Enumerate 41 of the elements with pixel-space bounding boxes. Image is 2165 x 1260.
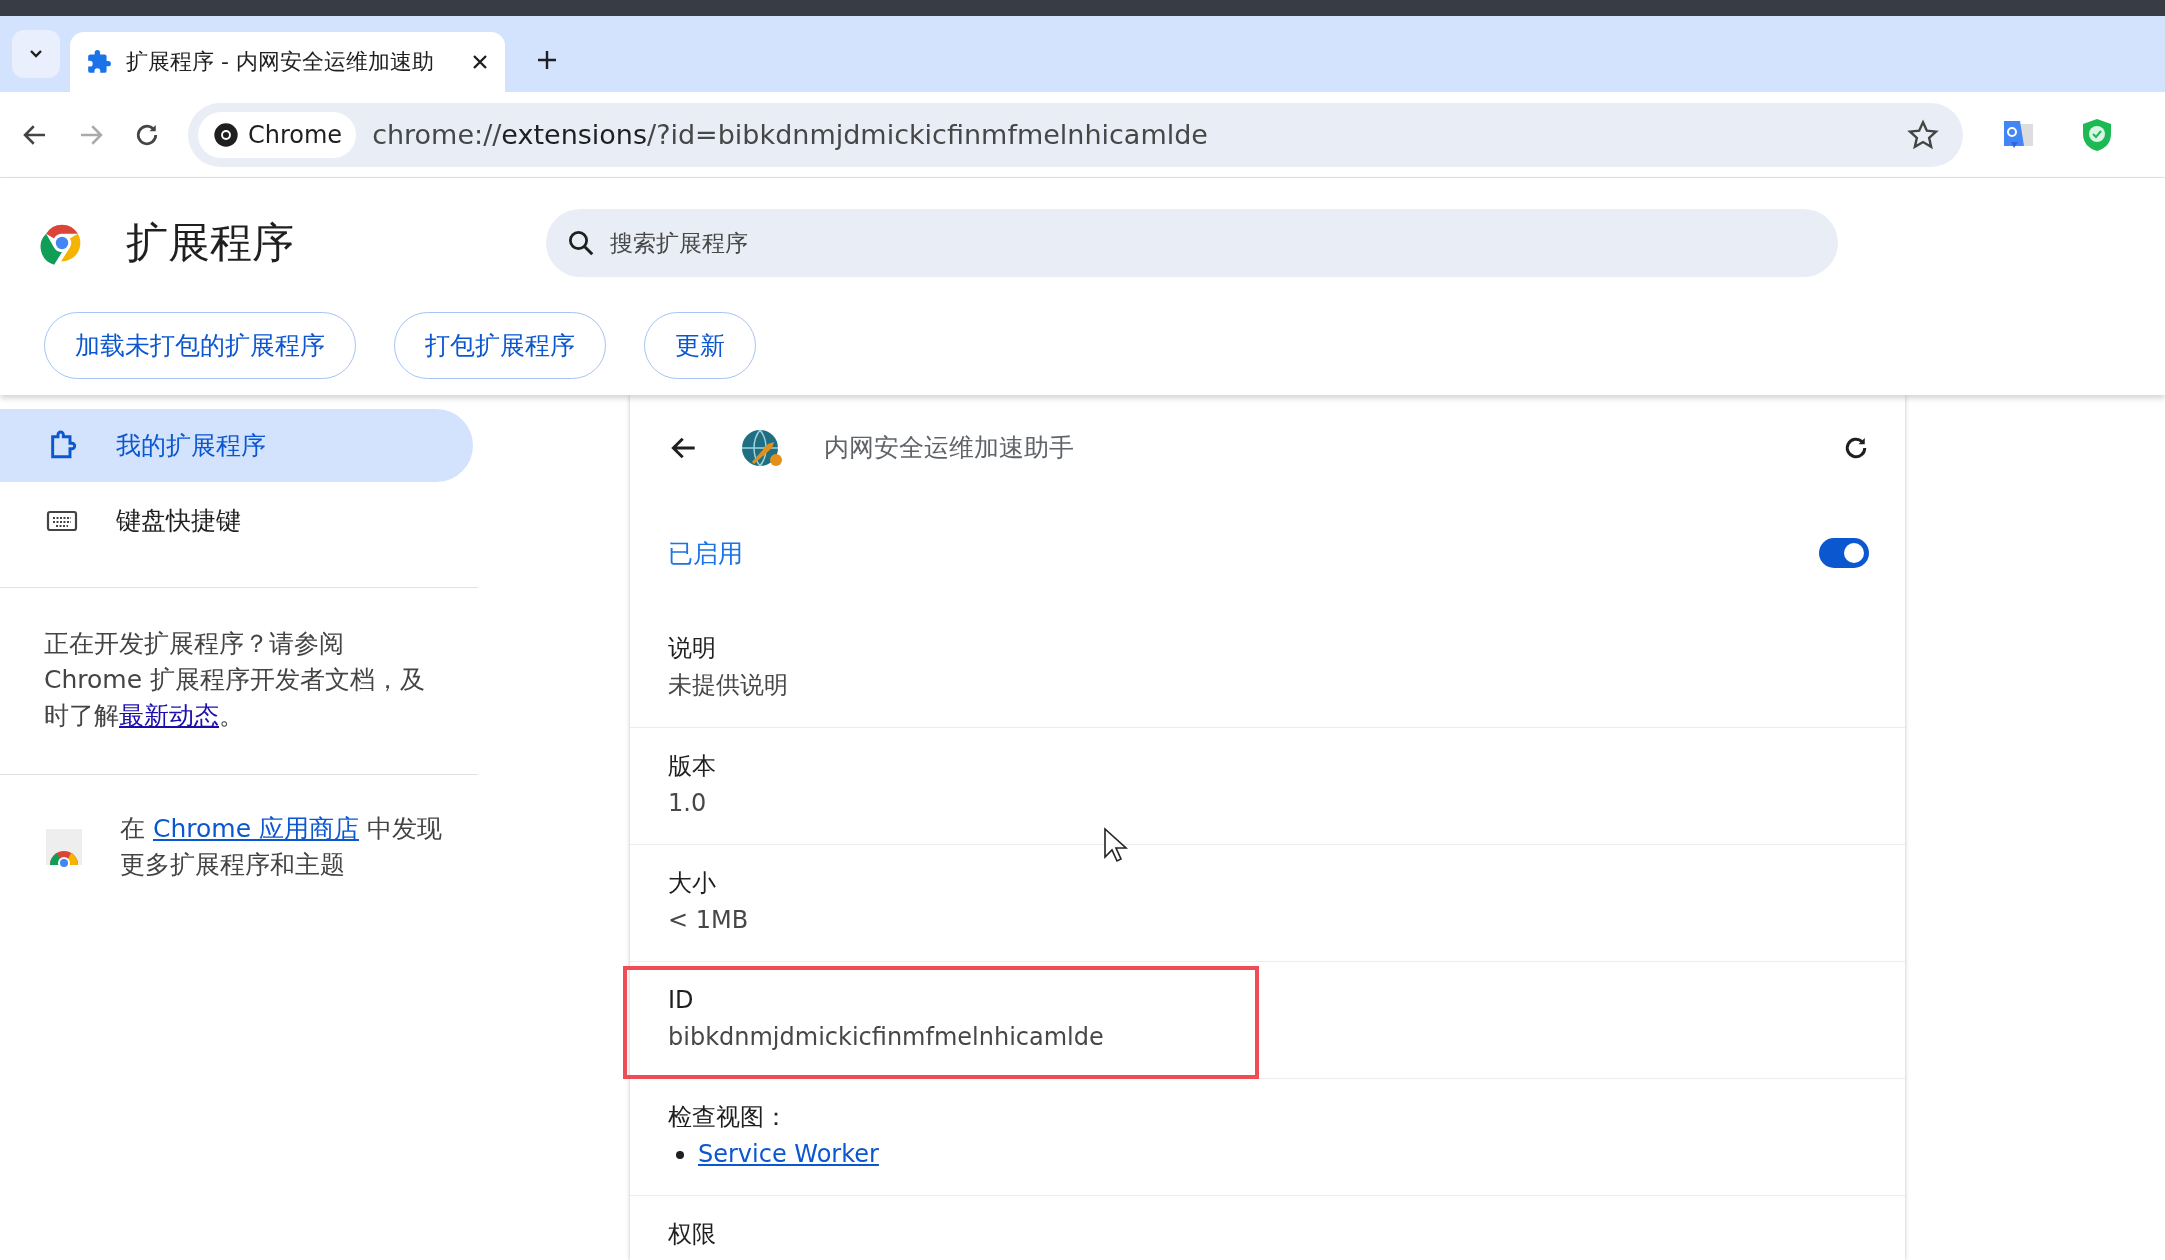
chrome-icon bbox=[212, 120, 240, 149]
close-tab-icon[interactable] bbox=[471, 53, 489, 71]
new-tab-icon[interactable] bbox=[535, 48, 559, 72]
search-icon bbox=[566, 228, 596, 258]
enable-toggle[interactable] bbox=[1819, 538, 1869, 568]
search-input[interactable]: 搜索扩展程序 bbox=[608, 229, 1818, 257]
developer-note: 正在开发扩展程序？请参阅 Chrome 扩展程序开发者文档，及时了解最新动态。 bbox=[44, 628, 426, 732]
field-label: 检查视图： bbox=[668, 1102, 789, 1133]
address-url[interactable]: chrome://extensions/?id=bibkdnmjdmickicfinmfmelnhicamlde bbox=[372, 119, 1891, 150]
field-value: < 1MB bbox=[668, 905, 750, 936]
toolbar-button[interactable]: 打包扩展程序 bbox=[394, 312, 606, 379]
site-chip[interactable]: Chrome bbox=[198, 111, 357, 158]
search-field[interactable]: 搜索扩展程序 bbox=[546, 209, 1838, 277]
sidebar-item[interactable]: 键盘快捷键 bbox=[0, 484, 473, 557]
web-store-icon bbox=[44, 827, 84, 867]
toolbar-button[interactable]: 更新 bbox=[644, 312, 756, 379]
store-note: 在 Chrome 应用商店 中发现更多扩展程序和主题 bbox=[120, 813, 443, 881]
sidebar-item[interactable]: 我的扩展程序 bbox=[0, 409, 473, 482]
news-link[interactable]: 最新动态 bbox=[119, 701, 219, 730]
tab-title: 扩展程序 - 内网安全运维加速助 bbox=[126, 48, 435, 76]
toolbar-button[interactable]: 加载未打包的扩展程序 bbox=[44, 312, 356, 379]
field-label: 大小 bbox=[668, 868, 717, 899]
mouse-cursor-icon bbox=[1103, 827, 1129, 863]
field-value: bibkdnmjdmickicfinmfmelnhicamlde bbox=[668, 1022, 1105, 1053]
bookmark-star-icon[interactable] bbox=[1907, 118, 1939, 151]
field-label: 版本 bbox=[668, 751, 717, 782]
keyboard-icon bbox=[46, 508, 78, 533]
field-label: ID bbox=[668, 985, 695, 1016]
field-label: 权限 bbox=[668, 1219, 717, 1250]
puzzle-icon bbox=[86, 49, 112, 75]
page-title: 扩展程序 bbox=[126, 217, 295, 269]
extension-name: 内网安全运维加速助手 bbox=[824, 432, 1075, 464]
field-value: 1.0 bbox=[668, 788, 708, 819]
web-store-link[interactable]: Chrome 应用商店 bbox=[152, 814, 359, 843]
field-value: 未提供说明 bbox=[668, 670, 789, 701]
service-worker-link[interactable]: Service Worker bbox=[698, 1140, 879, 1168]
field-label: 说明 bbox=[668, 633, 717, 664]
bullet-icon bbox=[676, 1151, 684, 1159]
shield-icon[interactable] bbox=[2081, 117, 2113, 152]
enabled-label: 已启用 bbox=[668, 537, 743, 570]
browser-tab[interactable]: 扩展程序 - 内网安全运维加速助 bbox=[70, 32, 505, 92]
